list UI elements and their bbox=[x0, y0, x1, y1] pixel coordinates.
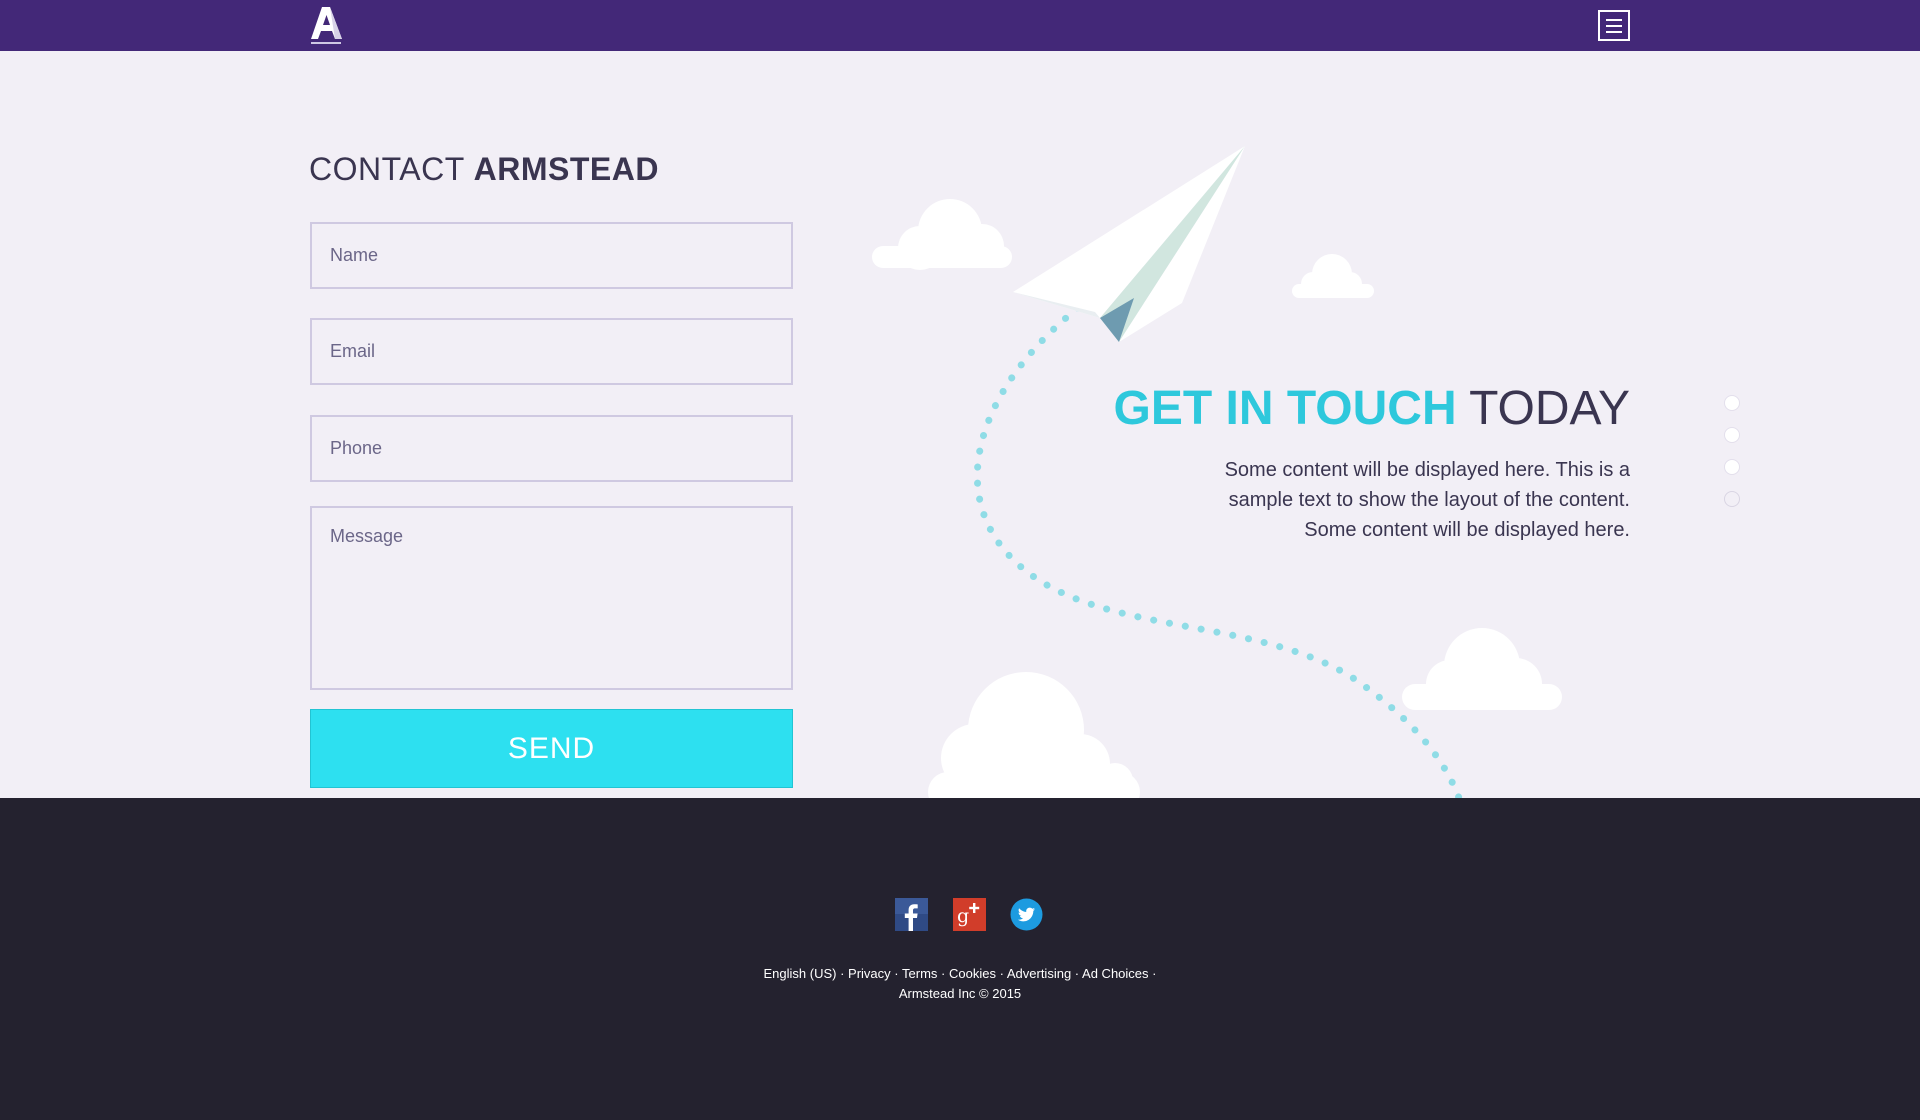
pager-dot-4-active[interactable] bbox=[1724, 491, 1740, 507]
footer-link-privacy[interactable]: Privacy bbox=[848, 966, 891, 981]
get-in-touch-description: Some content will be displayed here. Thi… bbox=[1210, 455, 1630, 545]
footer-separator: · bbox=[999, 966, 1004, 981]
message-textarea[interactable] bbox=[310, 506, 793, 690]
top-navigation-bar bbox=[0, 0, 1920, 51]
pager-dot-1[interactable] bbox=[1724, 395, 1740, 411]
svg-text:g: g bbox=[957, 905, 969, 927]
footer-separator: · bbox=[1074, 966, 1080, 981]
cloud-bottom bbox=[928, 672, 1140, 812]
contact-title-light: CONTACT bbox=[309, 151, 465, 187]
email-input[interactable] bbox=[310, 318, 793, 385]
get-in-touch-accent: GET IN TOUCH bbox=[1113, 382, 1457, 435]
description-line-2: sample text to show the layout of the co… bbox=[1228, 489, 1630, 511]
paper-plane bbox=[1013, 146, 1245, 342]
footer-links: English (US) · Privacy · Terms · Cookies… bbox=[0, 964, 1920, 984]
twitter-icon[interactable] bbox=[1010, 898, 1043, 931]
social-links: g bbox=[895, 898, 1043, 934]
cloud-top-right bbox=[1292, 254, 1374, 298]
cloud-top-left bbox=[872, 199, 1012, 270]
send-button[interactable]: SEND bbox=[310, 709, 793, 788]
name-input[interactable] bbox=[310, 222, 793, 289]
get-in-touch-rest: TODAY bbox=[1469, 382, 1630, 435]
footer-separator: · bbox=[840, 966, 845, 981]
contact-section: CONTACT ARMSTEAD SEND bbox=[0, 51, 1920, 851]
get-in-touch-title: GET IN TOUCH TODAY bbox=[1113, 381, 1630, 436]
description-line-3: Some content will be displayed here. bbox=[1304, 519, 1630, 541]
armstead-logo-icon[interactable] bbox=[308, 5, 344, 47]
footer-link-advertising[interactable]: Advertising bbox=[1007, 966, 1071, 981]
footer-separator: · bbox=[941, 966, 946, 981]
footer-link-language[interactable]: English (US) bbox=[763, 966, 836, 981]
footer-link-ad-choices[interactable]: Ad Choices bbox=[1082, 966, 1148, 981]
google-plus-icon[interactable]: g bbox=[953, 898, 986, 931]
copyright-text: Armstead Inc © 2015 bbox=[898, 986, 1022, 1001]
footer: g English (US) · Privacy · Terms · Cooki… bbox=[0, 798, 1920, 1120]
footer-link-terms[interactable]: Terms bbox=[902, 966, 937, 981]
description-line-1: Some content will be displayed here. Thi… bbox=[1224, 459, 1630, 481]
pager-dot-3[interactable] bbox=[1724, 459, 1740, 475]
footer-separator: · bbox=[1152, 966, 1157, 981]
hamburger-menu-icon[interactable] bbox=[1598, 10, 1630, 41]
pager-dot-2[interactable] bbox=[1724, 427, 1740, 443]
phone-input[interactable] bbox=[310, 415, 793, 482]
footer-link-cookies[interactable]: Cookies bbox=[949, 966, 996, 981]
contact-title: CONTACT ARMSTEAD bbox=[309, 151, 659, 188]
cloud-right bbox=[1402, 628, 1562, 710]
facebook-icon[interactable] bbox=[895, 898, 928, 931]
footer-separator: · bbox=[894, 966, 899, 981]
contact-title-bold: ARMSTEAD bbox=[473, 151, 659, 187]
section-pager bbox=[1724, 395, 1740, 523]
